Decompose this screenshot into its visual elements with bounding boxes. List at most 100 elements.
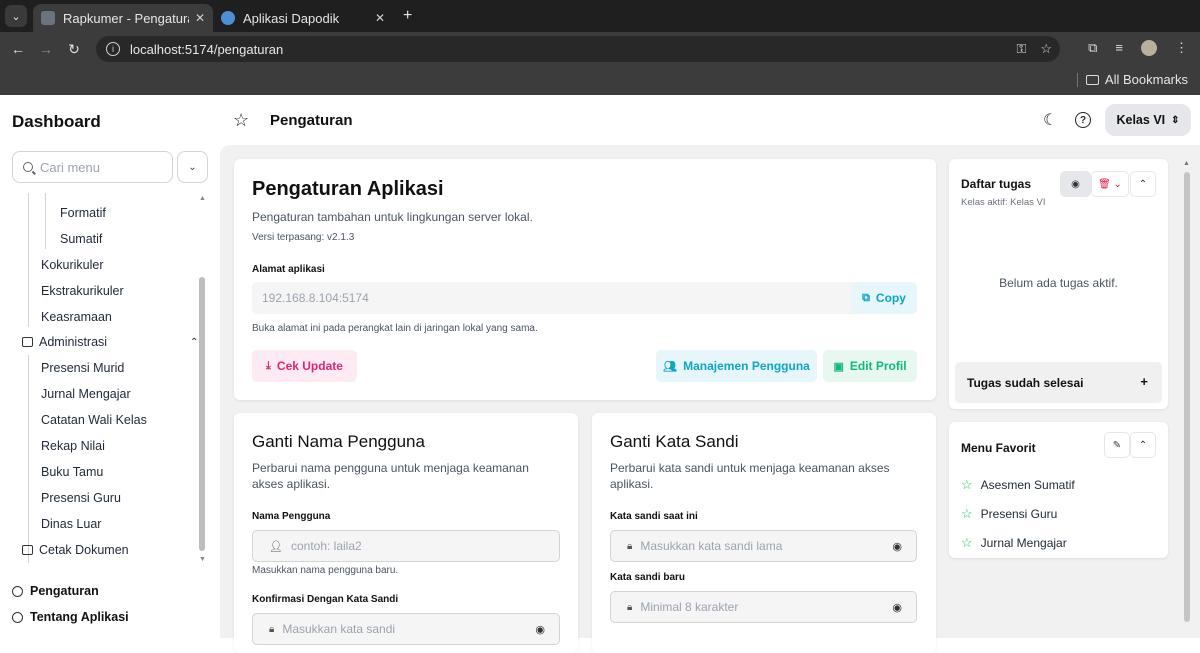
media-control-icon[interactable]: ≡: [1115, 40, 1123, 56]
gear-icon: [12, 585, 23, 597]
sidebar-item-ekstrakurikuler[interactable]: Ekstrakurikuler: [41, 284, 124, 298]
daftar-tugas-subtitle: Kelas aktif: Kelas VI: [961, 197, 1046, 208]
plus-icon[interactable]: +: [1140, 374, 1148, 389]
site-info-icon[interactable]: i: [106, 42, 120, 56]
users-icon: 👥︎: [663, 360, 678, 373]
sidebar-item-catatan-wali-kelas[interactable]: Catatan Wali Kelas: [41, 413, 147, 427]
close-tab-icon[interactable]: ✕: [375, 11, 385, 25]
sidebar-item-tentang-aplikasi[interactable]: Tentang Aplikasi: [12, 610, 129, 624]
target-button[interactable]: ◉: [1060, 171, 1091, 197]
new-password-input[interactable]: 🔒︎ Minimal 8 karakter ◉: [610, 591, 917, 623]
ganti-nama-title: Ganti Nama Pengguna: [252, 432, 425, 451]
username-label: Nama Pengguna: [252, 511, 331, 522]
favorit-item[interactable]: ☆ Asesmen Sumatif: [961, 477, 1075, 493]
sidebar-item-jurnal-mengajar[interactable]: Jurnal Mengajar: [41, 387, 131, 401]
daftar-tugas-title: Daftar tugas: [961, 177, 1032, 191]
address-bar[interactable]: i localhost:5174/pengaturan ⚿ ☆: [96, 36, 1060, 62]
tab-dapodik[interactable]: Aplikasi Dapodik ✕: [213, 4, 393, 32]
current-password-input[interactable]: 🔒︎ Masukkan kata sandi lama ◉: [610, 530, 917, 562]
folder-icon: [1085, 74, 1099, 85]
ganti-sandi-title: Ganti Kata Sandi: [610, 432, 739, 451]
favorit-label: Asesmen Sumatif: [980, 478, 1075, 492]
empty-state-text: Belum ada tugas aktif.: [999, 276, 1118, 290]
reload-button[interactable]: ↻: [60, 41, 88, 58]
manajemen-pengguna-button[interactable]: 👥︎ Manajemen Pengguna: [656, 350, 817, 382]
sidebar-item-keasramaan[interactable]: Keasramaan: [41, 310, 112, 324]
favorite-star-icon[interactable]: ☆: [233, 110, 249, 131]
close-tab-icon[interactable]: ✕: [195, 11, 205, 25]
manajemen-pengguna-label: Manajemen Pengguna: [683, 359, 810, 373]
tugas-selesai-bar[interactable]: Tugas sudah selesai +: [955, 362, 1162, 403]
sidebar-menu-list: Formatif Sumatif Kokurikuler Ekstrakurik…: [12, 193, 208, 563]
favorit-item[interactable]: ☆ Jurnal Mengajar: [961, 535, 1067, 551]
printer-icon: [22, 545, 33, 555]
all-bookmarks-button[interactable]: All Bookmarks: [1085, 72, 1188, 87]
sidebar-item-rekap-nilai[interactable]: Rekap Nilai: [41, 439, 105, 453]
page-scrollbar[interactable]: ▲: [1183, 160, 1191, 638]
globe-icon: [221, 11, 235, 25]
username-input[interactable]: 👤︎ contoh: laila2: [252, 530, 560, 562]
scrollbar-thumb[interactable]: [1184, 172, 1190, 622]
lock-icon: 🔒︎: [627, 601, 633, 613]
sidebar-bottom-label: Tentang Aplikasi: [30, 610, 129, 624]
collapse-button[interactable]: ⌃: [1130, 171, 1156, 197]
sidebar-item-sumatif[interactable]: Sumatif: [60, 232, 102, 246]
password-key-icon[interactable]: ⚿: [1016, 41, 1026, 57]
scroll-down-arrow-icon[interactable]: ▼: [199, 556, 206, 563]
search-icon: [23, 162, 33, 172]
eye-icon[interactable]: ◉: [892, 601, 902, 614]
sidebar-item-kokurikuler[interactable]: Kokurikuler: [41, 258, 104, 272]
help-icon[interactable]: ?: [1075, 112, 1091, 128]
sidebar-item-pengaturan[interactable]: Pengaturan: [12, 584, 99, 598]
profile-avatar[interactable]: [1141, 40, 1157, 56]
sidebar-group-administrasi[interactable]: Administrasi ⌃: [22, 335, 207, 349]
scroll-up-arrow-icon[interactable]: ▲: [1183, 160, 1190, 167]
menu-search-input[interactable]: Cari menu: [12, 151, 173, 183]
sidebar-item-dinas-luar[interactable]: Dinas Luar: [41, 517, 101, 531]
tab-search-button[interactable]: ⌄: [5, 5, 27, 27]
copy-button[interactable]: ⧉ Copy: [851, 282, 917, 314]
back-button[interactable]: ←: [4, 41, 32, 57]
chevron-updown-icon: ⇕: [1171, 114, 1180, 126]
confirm-password-input[interactable]: 🔒︎ Masukkan kata sandi ◉: [252, 613, 560, 645]
sidebar-dropdown-button[interactable]: ⌄: [177, 151, 208, 183]
daftar-tugas-card: Daftar tugas Kelas aktif: Kelas VI ◉ 🗑︎ …: [949, 159, 1168, 409]
edit-profil-button[interactable]: ▣ Edit Profil: [823, 350, 917, 382]
group-label: Administrasi: [39, 335, 108, 349]
extensions-icon[interactable]: ⧉: [1088, 40, 1097, 56]
edit-favorit-button[interactable]: ✎: [1104, 432, 1130, 458]
current-password-label: Kata sandi saat ini: [610, 511, 698, 522]
app-settings-title: Pengaturan Aplikasi: [252, 178, 444, 200]
collapse-favorit-button[interactable]: ⌃: [1130, 432, 1156, 458]
browser-tab-bar: ⌄ Rapkumer - Pengaturan ✕ Aplikasi Dapod…: [0, 0, 1200, 32]
scrollbar-thumb[interactable]: [199, 277, 205, 551]
bookmark-star-icon[interactable]: ☆: [1040, 41, 1052, 57]
new-tab-button[interactable]: +: [403, 7, 412, 25]
scroll-up-arrow-icon[interactable]: ▲: [199, 195, 206, 202]
delete-dropdown-button[interactable]: 🗑︎ ⌄: [1091, 171, 1129, 197]
page-title: Pengaturan: [270, 112, 353, 129]
tree-guide: [28, 355, 29, 563]
address-hint: Buka alamat ini pada perangkat lain di j…: [252, 323, 538, 334]
cek-update-button[interactable]: ⤓ Cek Update: [252, 350, 357, 382]
tab-title: Aplikasi Dapodik: [243, 10, 340, 26]
sidebar-item-presensi-guru[interactable]: Presensi Guru: [41, 491, 121, 505]
sidebar-item-cetak-dokumen[interactable]: Cetak Dokumen: [22, 543, 129, 557]
sidebar-scrollbar[interactable]: ▲ ▼: [199, 195, 206, 563]
moon-icon[interactable]: ☾: [1043, 110, 1057, 130]
sidebar-item-formatif[interactable]: Formatif: [60, 206, 106, 220]
sidebar-item-buku-tamu[interactable]: Buku Tamu: [41, 465, 103, 479]
ganti-nama-description: Perbarui nama pengguna untuk menjaga kea…: [252, 461, 529, 491]
address-field: 192.168.8.104:5174: [252, 282, 917, 314]
tab-rapkumer[interactable]: Rapkumer - Pengaturan ✕: [33, 4, 213, 32]
address-value: 192.168.8.104:5174: [262, 291, 369, 305]
favorit-item[interactable]: ☆ Presensi Guru: [961, 506, 1057, 522]
eye-icon[interactable]: ◉: [535, 623, 545, 636]
eye-icon[interactable]: ◉: [892, 540, 902, 553]
menu-favorit-card: Menu Favorit ✎ ⌃ ☆ Asesmen Sumatif ☆ Pre…: [949, 422, 1168, 558]
sidebar-item-presensi-murid[interactable]: Presensi Murid: [41, 361, 124, 375]
ganti-nama-card: Ganti Nama Pengguna Perbarui nama penggu…: [234, 413, 578, 653]
kelas-selector[interactable]: Kelas VI ⇕: [1105, 104, 1191, 136]
forward-button[interactable]: →: [32, 41, 60, 57]
browser-menu-icon[interactable]: ⋮: [1175, 40, 1188, 56]
